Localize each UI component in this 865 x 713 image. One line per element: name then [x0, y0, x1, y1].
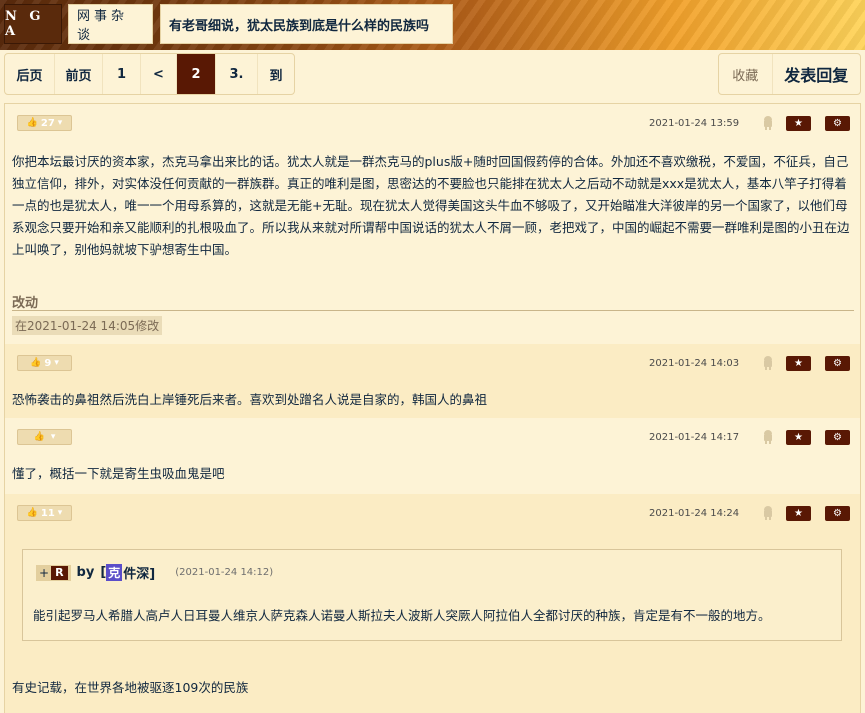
- quote-toggle[interactable]: + R: [36, 564, 71, 581]
- quote-author[interactable]: [ 克 件深]: [100, 563, 155, 582]
- post-item: 👍 27 ▾ 2021-01-24 13:59 ★ ⚙ 你把本坛最讨厌的资本家，…: [5, 104, 860, 344]
- quote-time: (2021-01-24 14:12): [175, 567, 274, 578]
- reply-button[interactable]: 发表回复: [773, 54, 860, 94]
- pagination-page-3[interactable]: 3.: [216, 54, 258, 94]
- post-list: 👍 27 ▾ 2021-01-24 13:59 ★ ⚙ 你把本坛最讨厌的资本家，…: [4, 103, 861, 713]
- gear-icon[interactable]: ⚙: [825, 356, 850, 371]
- reply-badge: R: [51, 565, 68, 580]
- post-content: 有史记载，在世界各地被驱逐109次的民族: [12, 680, 249, 695]
- star-icon[interactable]: ★: [786, 356, 811, 371]
- user-badge: 克: [106, 564, 123, 581]
- quote-by: by: [76, 565, 95, 580]
- thumb-down-icon[interactable]: ▾: [58, 118, 63, 128]
- pagination-back-button[interactable]: 后页: [5, 54, 55, 94]
- favorite-button[interactable]: 收藏: [719, 54, 773, 94]
- post-item: 👍 9 ▾ 2021-01-24 14:03 ★ ⚙ 恐怖袭击的鼻祖然后洗白上岸…: [5, 344, 860, 418]
- pagination: 后页 前页 1 < 2 3. 到: [4, 53, 295, 95]
- android-icon: [764, 506, 772, 520]
- quote-header: + R by [ 克 件深] (2021-01-24 14:12): [36, 563, 273, 582]
- gear-icon[interactable]: ⚙: [825, 430, 850, 445]
- site-logo[interactable]: N G A: [4, 4, 62, 44]
- pagination-prev-button[interactable]: 前页: [55, 54, 103, 94]
- android-icon: [764, 116, 772, 130]
- thumb-down-icon[interactable]: ▾: [54, 358, 59, 368]
- breadcrumb-topic[interactable]: 有老哥细说，犹太民族到底是什么样的民族吗: [160, 4, 453, 44]
- like-widget[interactable]: 👍 9 ▾: [17, 355, 72, 371]
- post-content: 你把本坛最讨厌的资本家，杰克马拿出来比的话。犹太人就是一群杰克马的plus版+随…: [12, 154, 850, 257]
- like-count: 11: [40, 507, 55, 519]
- post-time: 2021-01-24 14:24: [649, 508, 740, 519]
- edit-note: 在2021-01-24 14:05修改: [12, 316, 163, 335]
- breadcrumb-category[interactable]: 网事杂谈: [68, 4, 153, 44]
- star-icon[interactable]: ★: [786, 506, 811, 521]
- gear-icon[interactable]: ⚙: [825, 506, 850, 521]
- thumb-up-icon[interactable]: 👍: [27, 508, 38, 518]
- quote-block: + R by [ 克 件深] (2021-01-24 14:12) 能引起罗马人…: [22, 549, 842, 641]
- quote-text: 能引起罗马人希腊人高卢人日耳曼人维京人萨克森人诺曼人斯拉夫人波斯人突厥人阿拉伯人…: [33, 608, 771, 623]
- star-icon[interactable]: ★: [786, 430, 811, 445]
- like-widget[interactable]: 👍 ▾: [17, 429, 72, 445]
- like-widget[interactable]: 👍 11 ▾: [17, 505, 72, 521]
- android-icon: [764, 356, 772, 370]
- plus-icon: +: [39, 565, 50, 580]
- post-time: 2021-01-24 14:17: [649, 432, 740, 443]
- star-icon[interactable]: ★: [786, 116, 811, 131]
- like-count: 27: [40, 117, 55, 129]
- like-widget[interactable]: 👍 27 ▾: [17, 115, 72, 131]
- thumb-down-icon[interactable]: ▾: [51, 432, 56, 442]
- edit-title: 改动: [12, 296, 39, 311]
- post-item: 👍 ▾ 2021-01-24 14:17 ★ ⚙ 懂了，概括一下就是寄生虫吸血鬼…: [5, 418, 860, 494]
- post-content: 懂了，概括一下就是寄生虫吸血鬼是吧: [12, 466, 225, 481]
- thumb-down-icon[interactable]: ▾: [58, 508, 63, 518]
- thumb-up-icon[interactable]: 👍: [34, 432, 45, 442]
- topic-actions: 收藏 发表回复: [718, 53, 861, 95]
- pagination-page-current[interactable]: 2: [177, 54, 216, 94]
- edit-divider: [12, 310, 854, 311]
- post-time: 2021-01-24 14:03: [649, 358, 740, 369]
- thumb-up-icon[interactable]: 👍: [30, 358, 41, 368]
- post-time: 2021-01-24 13:59: [649, 118, 740, 129]
- thumb-up-icon[interactable]: 👍: [27, 118, 38, 128]
- like-count: 9: [44, 357, 52, 369]
- android-icon: [764, 430, 772, 444]
- gear-icon[interactable]: ⚙: [825, 116, 850, 131]
- post-content: 恐怖袭击的鼻祖然后洗白上岸锤死后来者。喜欢到处蹭名人说是自家的，韩国人的鼻祖: [12, 392, 488, 407]
- pagination-lt-button[interactable]: <: [141, 54, 177, 94]
- quote-author-name: 件深]: [123, 567, 156, 582]
- pagination-page-1[interactable]: 1: [103, 54, 141, 94]
- post-item: 👍 11 ▾ 2021-01-24 14:24 ★ ⚙ + R by [ 克 件…: [5, 494, 860, 713]
- pagination-goto-button[interactable]: 到: [258, 54, 294, 94]
